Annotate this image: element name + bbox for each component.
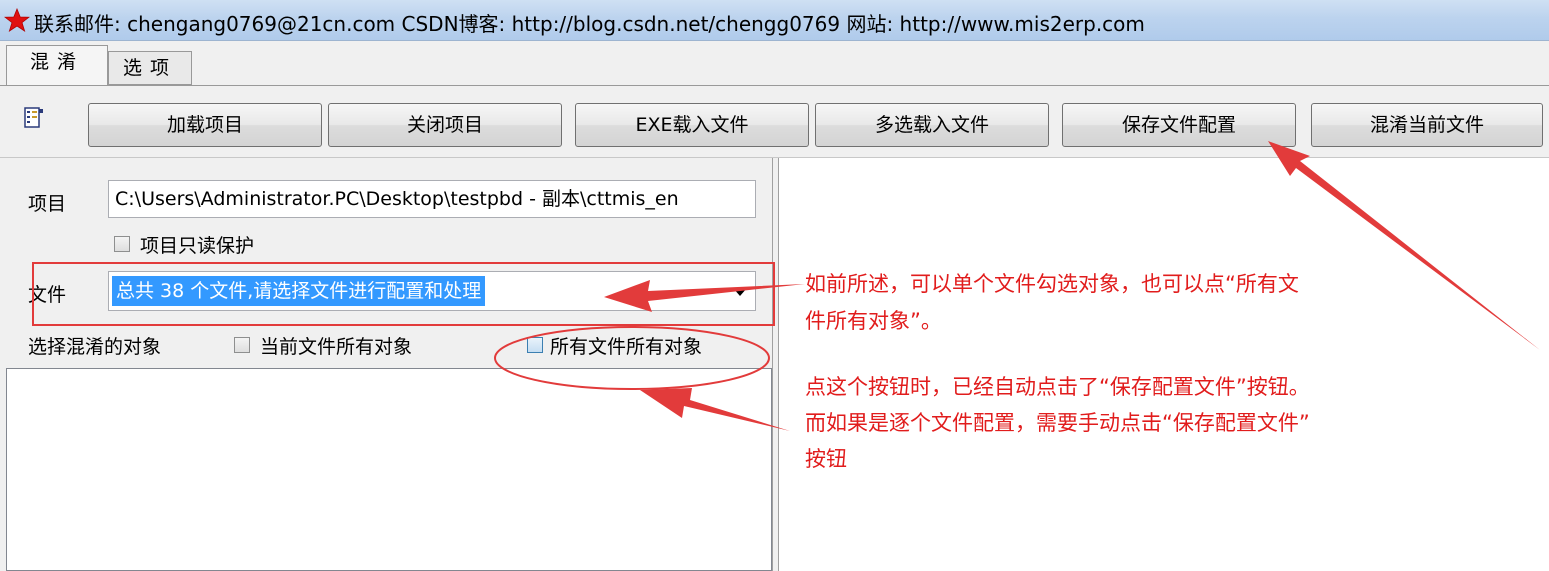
annotation-arrow-to-file xyxy=(604,280,805,312)
annotation-overlay xyxy=(494,141,1540,431)
annotation-ellipse xyxy=(494,326,770,390)
annotation-arrow-to-save-button xyxy=(1268,141,1540,350)
annotation-arrow-to-ellipse xyxy=(640,388,790,431)
